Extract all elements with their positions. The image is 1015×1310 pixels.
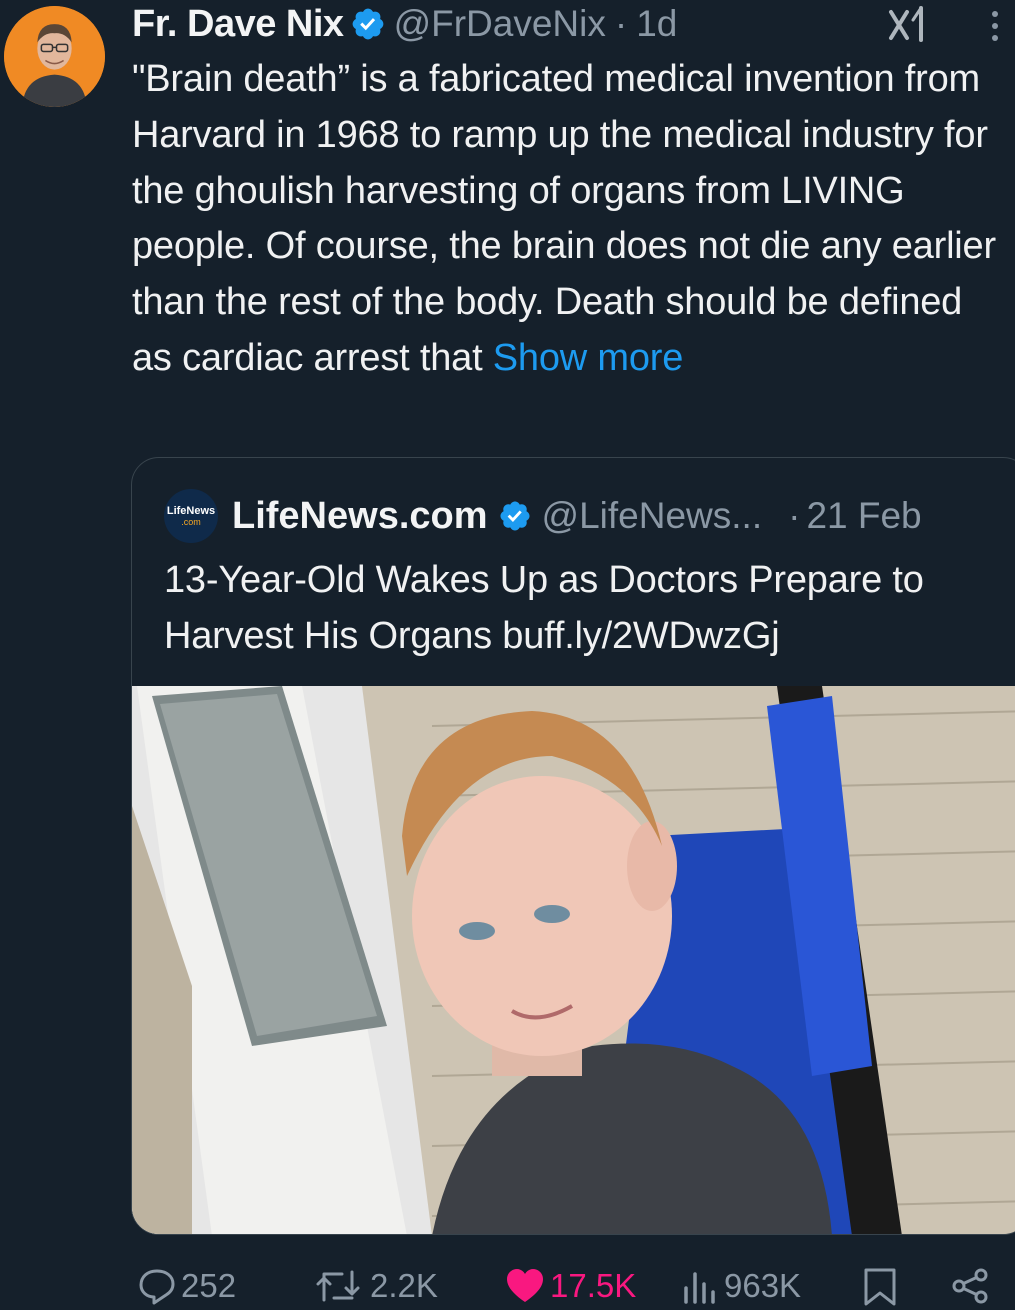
- verified-badge-icon: [350, 6, 386, 42]
- quoted-tweet[interactable]: LifeNews .com LifeNews.com @LifeNews... …: [131, 457, 1015, 1235]
- tweet-text-content: "Brain death” is a fabricated medical in…: [132, 58, 996, 379]
- lifenews-logo-text: LifeNews: [166, 504, 216, 517]
- quoted-header-separator: ·: [788, 495, 801, 536]
- views-count: 963K: [724, 1267, 802, 1304]
- repost-icon: [312, 1266, 366, 1306]
- author-handle[interactable]: @FrDaveNix: [394, 3, 606, 45]
- views-icon: [680, 1266, 720, 1306]
- quoted-author-name[interactable]: LifeNews.com: [232, 495, 488, 538]
- quoted-author-avatar[interactable]: LifeNews .com: [164, 489, 218, 543]
- lifenews-logo-suffix: .com: [181, 516, 201, 527]
- show-more-link[interactable]: Show more: [493, 337, 684, 379]
- more-icon[interactable]: [985, 6, 1005, 46]
- like-icon: [504, 1266, 546, 1306]
- tweet-header: Fr. Dave Nix @FrDaveNix · 1d: [132, 0, 677, 48]
- quoted-timestamp[interactable]: 21 Feb: [806, 495, 921, 537]
- tweet-timestamp[interactable]: 1d: [636, 3, 677, 45]
- repost-count: 2.2K: [370, 1267, 438, 1304]
- views-button[interactable]: 963K: [680, 1262, 801, 1310]
- like-count: 17.5K: [550, 1267, 637, 1304]
- author-avatar[interactable]: [4, 6, 105, 107]
- tweet-text: "Brain death” is a fabricated medical in…: [132, 52, 1012, 387]
- share-button[interactable]: [950, 1262, 990, 1310]
- quoted-tweet-photo[interactable]: [132, 686, 1015, 1234]
- grok-icon[interactable]: [885, 4, 931, 44]
- quoted-author-handle[interactable]: @LifeNews...: [542, 495, 763, 537]
- like-button[interactable]: 17.5K: [504, 1262, 636, 1310]
- reply-count: 252: [181, 1267, 237, 1304]
- verified-badge-icon: [498, 499, 532, 533]
- reply-icon: [137, 1266, 177, 1306]
- tweet-action-bar: 252 2.2K 17.5K 963K: [132, 1262, 1002, 1310]
- header-separator: ·: [614, 3, 628, 44]
- author-name[interactable]: Fr. Dave Nix: [132, 3, 344, 46]
- quoted-tweet-header: LifeNews .com LifeNews.com @LifeNews... …: [164, 486, 922, 546]
- share-icon: [950, 1266, 990, 1306]
- bookmark-icon: [862, 1266, 898, 1306]
- repost-button[interactable]: 2.2K: [312, 1262, 438, 1310]
- quoted-tweet-text: 13-Year-Old Wakes Up as Doctors Prepare …: [164, 559, 924, 657]
- bookmark-button[interactable]: [862, 1262, 898, 1310]
- reply-button[interactable]: 252: [137, 1262, 236, 1310]
